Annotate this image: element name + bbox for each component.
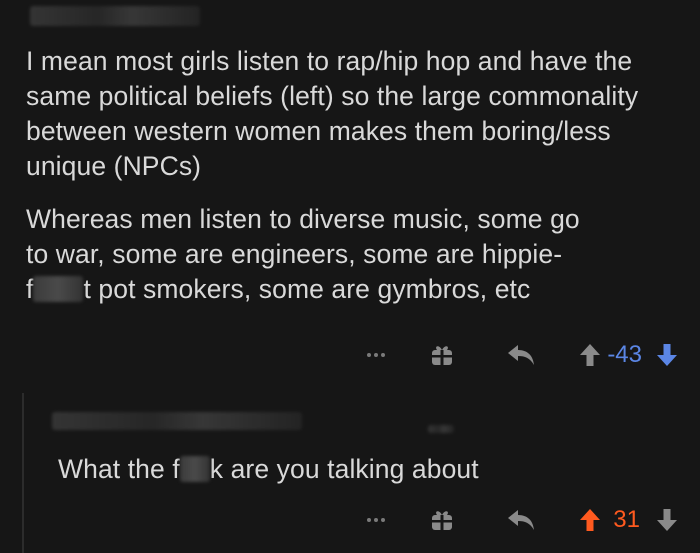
username-redacted[interactable] xyxy=(30,6,200,26)
censored-word xyxy=(33,276,84,302)
censored-word xyxy=(179,456,210,482)
downvote-arrow-icon[interactable] xyxy=(656,343,678,367)
reply-arrow-icon[interactable] xyxy=(507,508,535,532)
comment-paragraph: I mean most girls listen to rap/hip hop … xyxy=(26,46,639,181)
username-redacted[interactable] xyxy=(52,412,302,430)
vote-score: -43 xyxy=(607,341,642,368)
metadata-redacted xyxy=(428,425,454,433)
thread-line[interactable] xyxy=(22,393,24,553)
comment-body: I mean most girls listen to rap/hip hop … xyxy=(26,44,686,307)
comment-line-censored: f t pot smokers, some are gymbros, etc xyxy=(26,272,686,307)
more-options-icon[interactable] xyxy=(367,518,386,522)
comment-line: Whereas men listen to diverse music, som… xyxy=(26,204,580,234)
censor-prefix: f xyxy=(26,274,34,304)
downvote-arrow-icon[interactable] xyxy=(656,508,678,532)
more-options-icon[interactable] xyxy=(367,353,386,357)
reply-text-start: What the f xyxy=(58,454,180,484)
comment-line: to war, some are engineers, some are hip… xyxy=(26,239,563,269)
comment-line-rest: pot smokers, some are gymbros, etc xyxy=(98,274,531,304)
comment-actions: -43 xyxy=(367,340,678,370)
censor-suffix: t xyxy=(83,274,91,304)
reply-actions: 31 xyxy=(367,505,678,535)
reply-body: What the f k are you talking about xyxy=(58,452,678,487)
upvote-arrow-icon[interactable] xyxy=(579,343,601,367)
reply-arrow-icon[interactable] xyxy=(507,343,535,367)
award-gift-icon[interactable] xyxy=(429,342,455,368)
upvote-arrow-icon[interactable] xyxy=(579,508,601,532)
award-gift-icon[interactable] xyxy=(429,507,455,533)
comment-paragraph-2: Whereas men listen to diverse music, som… xyxy=(26,202,686,307)
reply-text-end: k are you talking about xyxy=(209,454,479,484)
vote-score: 31 xyxy=(613,506,640,533)
